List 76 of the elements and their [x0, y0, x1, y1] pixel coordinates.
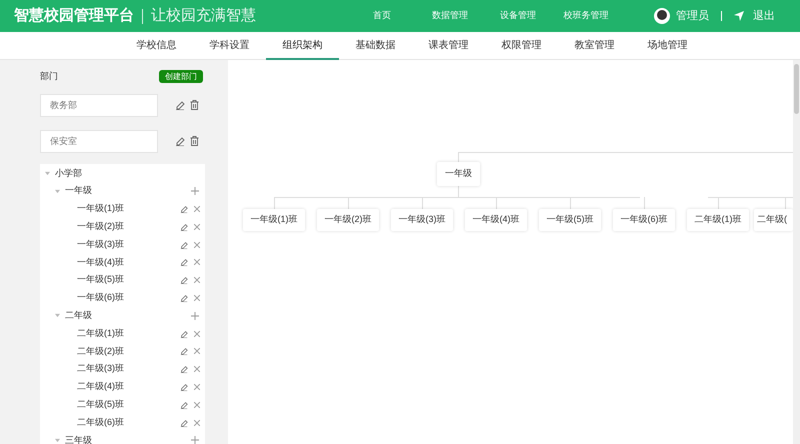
close-icon[interactable] [194, 384, 200, 390]
close-icon[interactable] [194, 294, 200, 301]
caret-down-icon[interactable] [55, 438, 60, 443]
nav-tab[interactable]: 课表管理 [412, 32, 485, 60]
org-node: 一年级(6)班 [613, 209, 675, 231]
tree-item[interactable]: 二年级(3)班 [77, 362, 180, 376]
caret-down-icon[interactable] [55, 188, 60, 194]
edit-icon[interactable] [175, 136, 185, 146]
edit-icon[interactable] [180, 330, 188, 338]
edit-icon[interactable] [180, 382, 188, 391]
tree-item[interactable]: 二年级 [65, 309, 191, 323]
avatar-icon[interactable] [654, 8, 670, 24]
nav-tab[interactable]: 学科设置 [193, 32, 266, 60]
department-field[interactable]: 保安室 [40, 130, 158, 152]
send-icon[interactable] [734, 11, 744, 21]
add-icon[interactable] [191, 436, 199, 444]
edit-icon[interactable] [180, 418, 188, 427]
tree-item[interactable]: 二年级(1)班 [77, 326, 180, 340]
scrollbar[interactable] [793, 60, 800, 444]
org-node: 二年级(1)班 [687, 209, 749, 231]
close-icon[interactable] [194, 348, 200, 354]
nav-tab[interactable]: 权限管理 [485, 32, 558, 60]
edit-icon[interactable] [180, 222, 188, 231]
close-icon[interactable] [194, 366, 200, 372]
department-field[interactable]: 教务部 [40, 94, 158, 116]
edit-icon[interactable] [180, 400, 188, 409]
tree-item[interactable]: 三年级 [65, 434, 191, 444]
panel-title: 部门 [40, 70, 58, 83]
nav-tab[interactable]: 学校信息 [120, 32, 193, 60]
org-node: 一年级(3)班 [391, 209, 453, 231]
tree-item[interactable]: 一年级(2)班 [77, 220, 180, 234]
close-icon[interactable] [194, 259, 200, 266]
close-icon[interactable] [194, 330, 200, 337]
close-icon[interactable] [194, 420, 200, 426]
nav-tab[interactable]: 教室管理 [558, 32, 631, 60]
edit-icon[interactable] [180, 347, 188, 356]
tree-item[interactable]: 小学部 [55, 166, 201, 180]
close-icon[interactable] [194, 402, 200, 408]
app-slogan: 让校园充满智慧 [151, 6, 256, 26]
tree-item[interactable]: 一年级(3)班 [77, 238, 180, 252]
tree-item[interactable]: 二年级(2)班 [77, 344, 180, 358]
org-node: 一年级(5)班 [539, 209, 601, 231]
edit-icon[interactable] [180, 365, 188, 374]
org-node: 一年级(2)班 [317, 209, 379, 231]
close-icon[interactable] [194, 206, 200, 212]
edit-icon[interactable] [180, 294, 188, 302]
nav-tab[interactable]: 基础数据 [339, 32, 412, 60]
close-icon[interactable] [194, 224, 200, 230]
edit-icon[interactable] [180, 240, 188, 249]
org-node: 一年级(1)班 [243, 209, 305, 231]
app-title: 智慧校园管理平台 [14, 6, 134, 26]
tree-item[interactable]: 一年级 [65, 184, 191, 198]
tree-item[interactable]: 一年级(4)班 [77, 256, 180, 270]
edit-icon[interactable] [180, 204, 188, 213]
trash-icon[interactable] [190, 136, 199, 146]
org-node: 一年级 [437, 162, 480, 186]
tree-item[interactable]: 一年级(1)班 [77, 202, 180, 216]
tree-item[interactable]: 一年级(5)班 [77, 273, 180, 287]
edit-icon[interactable] [180, 258, 188, 266]
tree-item[interactable]: 二年级(4)班 [77, 380, 180, 394]
tree-item[interactable]: 一年级(6)班 [77, 291, 180, 305]
create-department-button[interactable]: 创建部门 [159, 70, 203, 84]
edit-icon[interactable] [180, 276, 188, 284]
edit-icon[interactable] [175, 100, 185, 110]
close-icon[interactable] [194, 242, 200, 248]
add-icon[interactable] [191, 312, 199, 320]
org-node: 二年级( [754, 209, 793, 231]
caret-down-icon[interactable] [55, 313, 60, 318]
caret-down-icon[interactable] [45, 170, 50, 176]
tree-item[interactable]: 二年级(5)班 [77, 398, 180, 412]
org-node: 一年级(4)班 [465, 209, 527, 231]
trash-icon[interactable] [190, 100, 199, 110]
tree-item[interactable]: 二年级(6)班 [77, 416, 180, 430]
nav-tab[interactable]: 场地管理 [631, 32, 704, 60]
close-icon[interactable] [194, 277, 200, 284]
add-icon[interactable] [191, 187, 199, 196]
